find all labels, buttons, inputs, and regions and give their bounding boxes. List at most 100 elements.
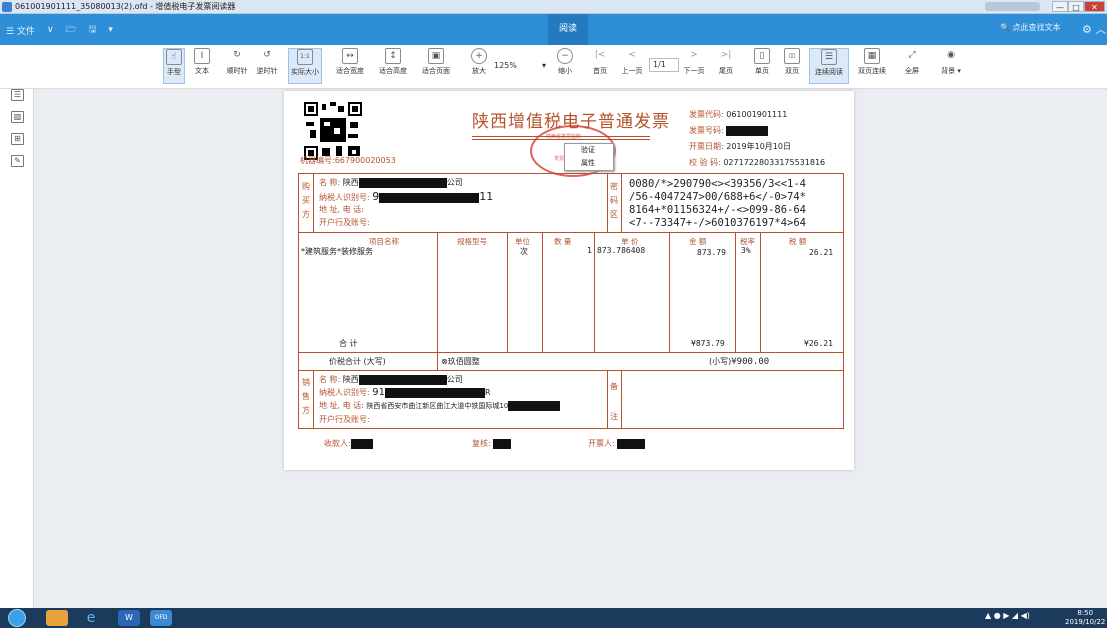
window-title: 061001901111_35080013(2).ofd - 增值税电子发票阅读…: [15, 2, 236, 11]
word-icon[interactable]: W: [118, 610, 140, 626]
line-item-name: *建筑服务*装修服务: [301, 247, 373, 256]
outline-icon[interactable]: ☰: [11, 89, 24, 101]
fullscreen-icon: ⤢: [908, 50, 916, 60]
machine-number: 机器编号:667900020053: [300, 156, 396, 165]
context-menu-verify[interactable]: 验证: [565, 144, 613, 157]
last-page-button[interactable]: >| 尾页: [714, 48, 738, 84]
open-folder-icon[interactable]: 🗁: [66, 22, 77, 38]
line-price: 873.786408: [597, 246, 646, 255]
double-page-icon: ▯▯: [784, 48, 800, 64]
quick-access-dropdown-icon[interactable]: ▾: [108, 25, 113, 35]
seller-bank: 开户行及账号:: [319, 415, 370, 424]
hand-icon: ☝: [166, 49, 182, 65]
buyer-tax-id: 纳税人识别号: 9 11: [319, 190, 494, 203]
invoice-page: 机器编号:667900020053 陕西增值税电子普通发票 陕西省发票监制 发票…: [284, 91, 854, 470]
zoom-out-button[interactable]: − 缩小: [552, 48, 578, 84]
single-page-icon: ▯: [754, 48, 770, 64]
tab-read[interactable]: 阅读: [548, 14, 588, 45]
background-button[interactable]: ◉ 背景 ▾: [934, 48, 968, 84]
zoom-level-select[interactable]: 125% ▾: [494, 58, 558, 74]
thumbnail-icon[interactable]: ▧: [11, 111, 24, 123]
drawer: 开票人:: [588, 438, 646, 449]
buyer-side-label: 购买方: [302, 182, 310, 219]
buyer-name: 名 称: 陕西 公司: [319, 177, 463, 188]
seller-address: 地 址, 电 话: 陕西省西安市曲江新区曲江大道中铁国际城10: [319, 400, 561, 411]
fit-page-button[interactable]: ▣ 适合页面: [419, 48, 453, 84]
next-page-button[interactable]: > 下一页: [681, 48, 707, 84]
context-menu: 验证 属性: [564, 143, 614, 171]
system-tray[interactable]: ▲ ● ▶ ◢ ◀): [985, 611, 1030, 620]
redacted-user-area: [985, 2, 1040, 11]
grand-total-small: (小写)¥900.00: [709, 357, 770, 367]
menu-bar: ☰ 文件 ∨ 🗁 🖫 ▾ 阅读 🔍 点此查找文本 ⚙ ︿: [0, 14, 1107, 45]
dropdown-chevron-icon[interactable]: ∨: [47, 25, 54, 35]
fit-width-icon: ↔: [342, 48, 358, 64]
taskbar: e W OFD ▲ ● ▶ ◢ ◀) 8:50 2019/10/22: [0, 608, 1107, 628]
double-page-button[interactable]: ▯▯ 双页: [780, 48, 804, 84]
continuous-reading-button[interactable]: ☰ 连续阅读: [809, 48, 849, 84]
total-label: 合 计: [339, 339, 358, 348]
text-tool-button[interactable]: I 文本: [191, 48, 213, 84]
fullscreen-button[interactable]: ⤢ 全屏: [900, 48, 924, 84]
zoom-out-icon: −: [557, 48, 573, 64]
text-cursor-icon: I: [194, 48, 210, 64]
line-rate: 3%: [741, 246, 751, 255]
close-button[interactable]: ✕: [1084, 1, 1105, 12]
seller-name: 名 称: 陕西 公司: [319, 374, 463, 385]
page-number-input[interactable]: 1/1: [649, 58, 679, 72]
fit-page-icon: ▣: [428, 48, 444, 64]
reviewer: 复核:: [472, 438, 512, 449]
previous-page-icon: <: [628, 50, 636, 60]
attachment-icon[interactable]: ⊞: [11, 133, 24, 145]
ie-icon[interactable]: e: [80, 610, 102, 626]
annotation-icon[interactable]: ✎: [11, 155, 24, 167]
zoom-in-button[interactable]: + 放大: [466, 48, 492, 84]
taskbar-app-1[interactable]: [46, 610, 68, 626]
invoice-number: 发票号码:: [689, 125, 769, 136]
minimize-button[interactable]: —: [1052, 1, 1068, 12]
start-button[interactable]: [8, 609, 26, 627]
seller-tax-id: 纳税人识别号: 91 R: [319, 387, 491, 398]
last-page-icon: >|: [720, 50, 732, 60]
buyer-address: 地 址, 电 话:: [319, 205, 364, 214]
redacted-seller-tax-id: [384, 387, 485, 398]
fit-height-button[interactable]: ↕ 适合高度: [376, 48, 410, 84]
buyer-bank: 开户行及账号:: [319, 218, 370, 227]
redacted-seller-name: [358, 374, 447, 385]
ofd-reader-icon[interactable]: OFD: [150, 610, 172, 626]
single-page-button[interactable]: ▯ 单页: [750, 48, 774, 84]
rotate-clockwise-button[interactable]: ↻ 顺时针: [224, 48, 250, 84]
save-icon[interactable]: 🖫: [89, 22, 97, 38]
check-code: 校 验 码: 02717228033175531816: [689, 158, 826, 167]
left-sidebar: ☰ ▧ ⊞ ✎: [0, 89, 34, 608]
redacted-drawer: [617, 438, 646, 449]
total-amount: ¥873.79: [691, 339, 725, 348]
next-page-icon: >: [690, 50, 698, 60]
clock[interactable]: 8:50 2019/10/22: [1065, 609, 1105, 627]
double-page-continuous-icon: ▦: [864, 48, 880, 64]
settings-icon[interactable]: ⚙ ︿: [1082, 21, 1106, 37]
double-page-continuous-button[interactable]: ▦ 双页连续: [855, 48, 889, 84]
first-page-button[interactable]: |< 首页: [588, 48, 612, 84]
search-text-button[interactable]: 🔍 点此查找文本: [1000, 22, 1061, 33]
context-menu-properties[interactable]: 属性: [565, 157, 613, 170]
col-item-name: 项目名称: [369, 237, 399, 246]
fit-width-button[interactable]: ↔ 适合宽度: [333, 48, 367, 84]
previous-page-button[interactable]: < 上一页: [619, 48, 645, 84]
continuous-reading-icon: ☰: [821, 49, 837, 65]
rotate-counterclockwise-button[interactable]: ↺ 逆时针: [254, 48, 280, 84]
maximize-button[interactable]: □: [1068, 1, 1084, 12]
line-unit: 次: [520, 247, 528, 256]
actual-size-button[interactable]: 1:1 实际大小: [288, 48, 322, 84]
first-page-icon: |<: [594, 50, 606, 60]
grand-total-words: ⊗玖佰圆整: [441, 357, 480, 366]
zoom-dropdown-icon: ▾: [542, 61, 547, 70]
total-tax: ¥26.21: [804, 339, 833, 348]
hand-tool-button[interactable]: ☝ 手型: [163, 48, 185, 84]
file-menu[interactable]: ☰ 文件: [6, 24, 35, 37]
document-canvas[interactable]: 机器编号:667900020053 陕西增值税电子普通发票 陕西省发票监制 发票…: [34, 89, 1107, 608]
invoice-code: 发票代码: 061001901111: [689, 110, 788, 119]
redacted-buyer-tax-id: [379, 192, 480, 203]
col-qty: 数 量: [554, 237, 572, 246]
redacted-number: [726, 125, 769, 136]
